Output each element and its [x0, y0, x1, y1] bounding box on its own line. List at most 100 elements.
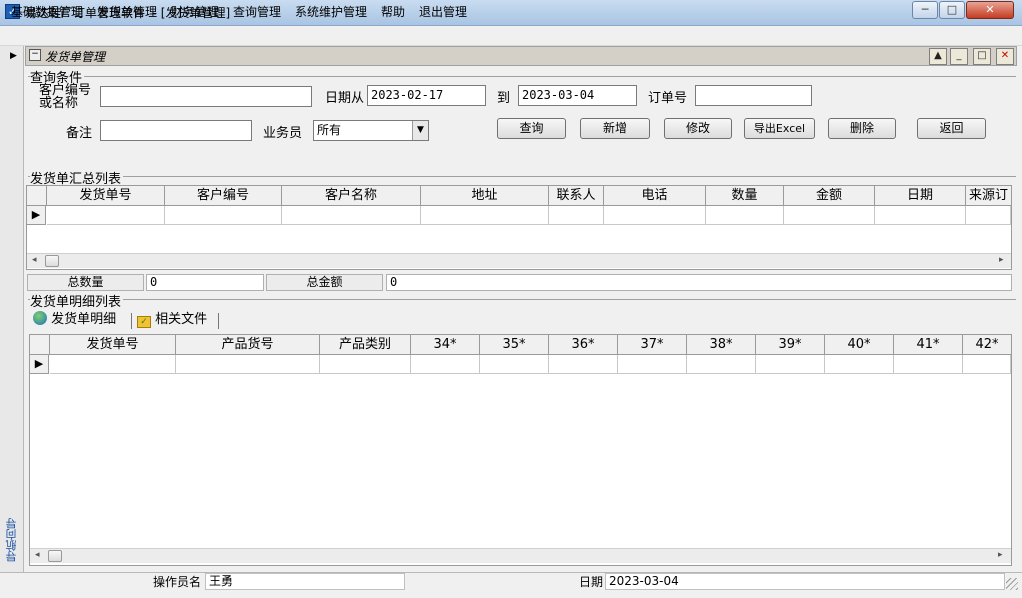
scroll-left-arrow-icon[interactable]: ◂: [32, 255, 37, 265]
order-no-input[interactable]: [695, 85, 812, 106]
summary-col-header[interactable]: 金额: [784, 186, 875, 206]
detail-cell[interactable]: [618, 355, 687, 374]
detail-col-header[interactable]: 40*: [825, 335, 894, 355]
scroll-right-arrow-icon[interactable]: ▸: [999, 255, 1004, 265]
detail-grid[interactable]: 发货单号 产品货号 产品类别 34* 35* 36* 37* 38* 39* 4…: [29, 334, 1012, 566]
detail-col-header[interactable]: 发货单号: [50, 335, 176, 355]
menu-shipping[interactable]: 发货单管理: [97, 3, 157, 20]
nav-strip[interactable]: [0, 46, 24, 574]
detail-col-header[interactable]: 36*: [549, 335, 618, 355]
summary-col-header[interactable]: 客户编号: [165, 186, 282, 206]
child-minimize-button[interactable]: _: [950, 48, 968, 65]
detail-col-header[interactable]: 产品类别: [320, 335, 411, 355]
detail-cell[interactable]: [480, 355, 549, 374]
delete-button[interactable]: 删除: [828, 118, 896, 139]
operator-value: 王勇: [205, 573, 405, 590]
summary-cell[interactable]: [784, 206, 875, 225]
summary-cell[interactable]: [47, 206, 165, 225]
tab-divider: [218, 313, 219, 329]
salesman-select-value: 所有: [317, 123, 342, 137]
scroll-right-arrow-icon[interactable]: ▸: [998, 550, 1003, 560]
summary-col-header[interactable]: 地址: [421, 186, 549, 206]
child-scroll-up-icon[interactable]: ▲: [929, 48, 947, 65]
summary-col-header[interactable]: 电话: [604, 186, 706, 206]
date-from-input[interactable]: 2023-02-17: [367, 85, 486, 106]
scroll-left-arrow-icon[interactable]: ◂: [35, 550, 40, 560]
tab-shipping-detail[interactable]: 发货单明细: [33, 310, 116, 332]
detail-col-header[interactable]: 41*: [894, 335, 963, 355]
detail-cell[interactable]: [687, 355, 756, 374]
menu-basic-data[interactable]: 基础数据管理: [11, 3, 83, 20]
menu-exit[interactable]: 退出管理: [419, 3, 467, 20]
detail-cell[interactable]: [176, 355, 320, 374]
detail-cell[interactable]: [825, 355, 894, 374]
tab-related-files[interactable]: ✓ 相关文件: [137, 310, 207, 332]
detail-col-header[interactable]: 42*: [963, 335, 1011, 355]
detail-col-header[interactable]: 38*: [687, 335, 756, 355]
row-selector-arrow-icon[interactable]: ▶: [27, 206, 46, 225]
status-date-label: 日期: [579, 575, 604, 589]
summary-cell[interactable]: [966, 206, 1011, 225]
modify-button[interactable]: 修改: [664, 118, 732, 139]
summary-cell[interactable]: [421, 206, 549, 225]
summary-cell[interactable]: [549, 206, 604, 225]
summary-col-header[interactable]: 发货单号: [47, 186, 165, 206]
resize-grip-icon[interactable]: [1006, 578, 1018, 590]
summary-group-border: [28, 176, 1016, 177]
detail-cell[interactable]: [411, 355, 480, 374]
nav-expand-arrow-icon[interactable]: ▶: [10, 51, 17, 61]
scroll-thumb[interactable]: [45, 255, 59, 267]
detail-cell[interactable]: [894, 355, 963, 374]
add-button[interactable]: 新增: [580, 118, 650, 139]
close-button[interactable]: ✕: [966, 1, 1014, 19]
detail-col-header[interactable]: 34*: [411, 335, 480, 355]
remark-label: 备注: [66, 126, 93, 141]
row-selector-arrow-icon[interactable]: ▶: [30, 355, 49, 374]
summary-cell[interactable]: [875, 206, 966, 225]
summary-cell[interactable]: [604, 206, 706, 225]
detail-col-header[interactable]: 35*: [480, 335, 549, 355]
tab-shipping-detail-label: 发货单明细: [51, 312, 117, 327]
summary-col-header[interactable]: 数量: [706, 186, 784, 206]
nav-wizard-label[interactable]: 导航向导: [4, 518, 20, 562]
menu-system[interactable]: 系统维护管理: [295, 3, 367, 20]
summary-horizontal-scrollbar[interactable]: ◂ ▸: [27, 253, 1011, 268]
customer-label-line2: 或名称: [39, 96, 79, 111]
customer-input[interactable]: [100, 86, 312, 107]
export-excel-button[interactable]: 导出Excel: [744, 118, 815, 139]
scroll-thumb[interactable]: [48, 550, 62, 562]
detail-col-header[interactable]: 37*: [618, 335, 687, 355]
menu-finance[interactable]: 财务管理: [171, 3, 219, 20]
date-to-input[interactable]: 2023-03-04: [518, 85, 637, 106]
menu-help[interactable]: 帮助: [381, 3, 405, 20]
menu-query[interactable]: 查询管理: [233, 3, 281, 20]
summary-col-header[interactable]: 客户名称: [282, 186, 421, 206]
child-window-icon[interactable]: −: [29, 49, 41, 61]
summary-cell[interactable]: [706, 206, 784, 225]
chevron-down-icon[interactable]: ▼: [412, 121, 428, 140]
detail-cell[interactable]: [963, 355, 1011, 374]
summary-cell[interactable]: [165, 206, 282, 225]
date-to-label: 到: [497, 91, 511, 106]
detail-col-header[interactable]: 产品货号: [176, 335, 320, 355]
detail-cell[interactable]: [320, 355, 411, 374]
remark-input[interactable]: [100, 120, 252, 141]
summary-col-header[interactable]: 联系人: [549, 186, 604, 206]
summary-grid[interactable]: 发货单号 客户编号 客户名称 地址 联系人 电话 数量 金额 日期 来源订 ▶ …: [26, 185, 1012, 270]
back-button[interactable]: 返回: [917, 118, 986, 139]
detail-cell[interactable]: [756, 355, 825, 374]
child-close-button[interactable]: ✕: [996, 48, 1014, 65]
summary-col-header[interactable]: 来源订: [966, 186, 1011, 206]
maximize-button[interactable]: □: [939, 1, 965, 19]
summary-cell[interactable]: [282, 206, 421, 225]
detail-col-header[interactable]: 39*: [756, 335, 825, 355]
minimize-button[interactable]: ─: [912, 1, 938, 19]
detail-cell[interactable]: [50, 355, 176, 374]
detail-horizontal-scrollbar[interactable]: ◂ ▸: [30, 548, 1011, 563]
query-button[interactable]: 查询: [497, 118, 566, 139]
child-maximize-button[interactable]: □: [973, 48, 991, 65]
globe-icon: [33, 311, 47, 325]
summary-grid-header: 发货单号 客户编号 客户名称 地址 联系人 电话 数量 金额 日期 来源订: [27, 186, 1011, 206]
summary-col-header[interactable]: 日期: [875, 186, 966, 206]
detail-cell[interactable]: [549, 355, 618, 374]
